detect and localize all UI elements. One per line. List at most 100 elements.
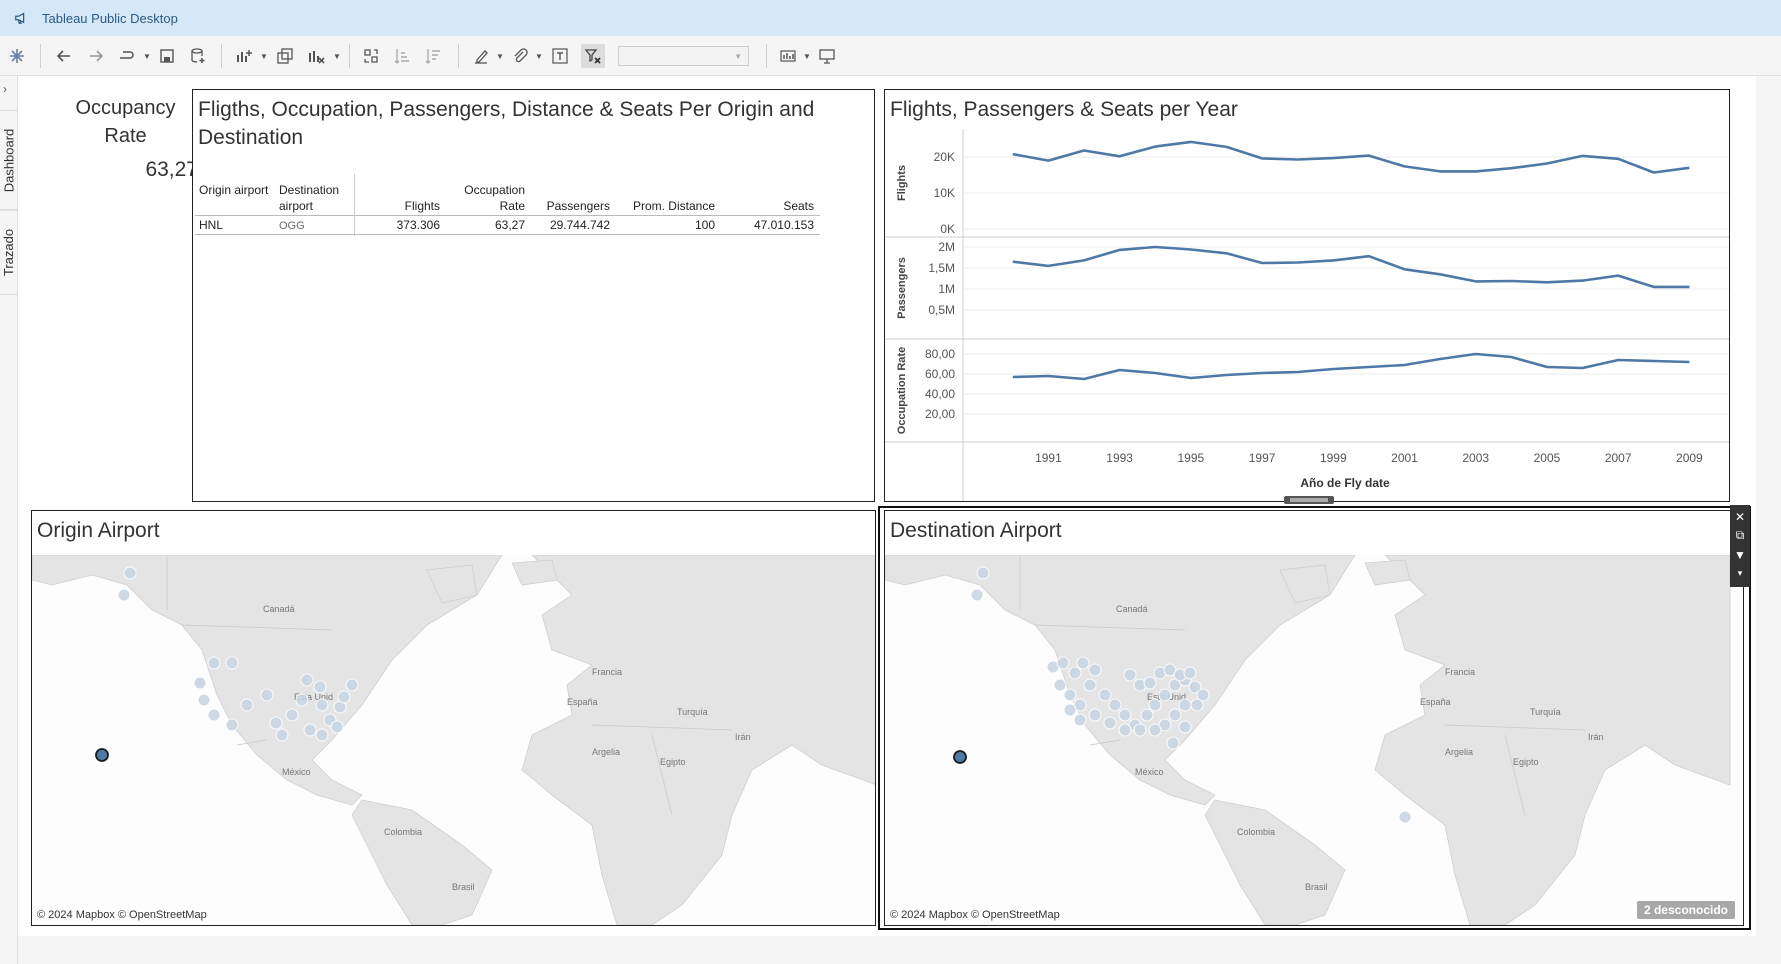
airport-mark[interactable] bbox=[123, 566, 137, 580]
airport-mark[interactable] bbox=[1178, 720, 1192, 734]
tab-dashboard[interactable]: Dashboard bbox=[0, 110, 18, 210]
origin-map[interactable]: CanadáEsta UnidMéxicoColombiaBrasilEspañ… bbox=[32, 555, 876, 925]
airport-mark[interactable] bbox=[1183, 666, 1197, 680]
airport-mark[interactable] bbox=[1143, 676, 1157, 690]
col-occupation-header[interactable]: Occupation Rate bbox=[455, 182, 525, 214]
airport-mark[interactable] bbox=[1168, 708, 1182, 722]
airport-mark[interactable] bbox=[207, 708, 221, 722]
airport-mark[interactable] bbox=[315, 698, 329, 712]
airport-mark[interactable] bbox=[269, 716, 283, 730]
sort-ascending-icon[interactable] bbox=[390, 44, 414, 68]
airport-mark[interactable] bbox=[240, 698, 254, 712]
fit-select[interactable]: ▼ bbox=[618, 46, 749, 66]
destination-map[interactable]: CanadáEsta UnidMéxicoColombiaBrasilEspañ… bbox=[885, 555, 1744, 925]
airport-mark[interactable] bbox=[345, 678, 359, 692]
col-origin-header[interactable]: Origin airport bbox=[199, 182, 269, 198]
airport-mark[interactable] bbox=[303, 723, 317, 737]
resize-handle[interactable] bbox=[1284, 495, 1334, 505]
airport-mark[interactable] bbox=[1190, 698, 1204, 712]
chevron-down-icon[interactable]: ▼ bbox=[260, 52, 268, 61]
airport-mark[interactable] bbox=[1063, 703, 1077, 717]
highlight-icon[interactable] bbox=[469, 44, 493, 68]
airport-mark[interactable] bbox=[197, 693, 211, 707]
airport-mark-selected[interactable] bbox=[95, 748, 109, 762]
airport-mark-selected[interactable] bbox=[953, 750, 967, 764]
show-me-icon[interactable] bbox=[776, 44, 800, 68]
col-flights-header[interactable]: Flights bbox=[360, 198, 440, 214]
airport-mark[interactable] bbox=[330, 720, 344, 734]
chevron-right-icon[interactable]: › bbox=[3, 82, 7, 96]
airport-mark[interactable] bbox=[1073, 713, 1087, 727]
clear-sheet-icon[interactable] bbox=[304, 44, 328, 68]
chevron-down-icon[interactable]: ▼ bbox=[803, 52, 811, 61]
redo-icon[interactable] bbox=[84, 44, 108, 68]
airport-mark[interactable] bbox=[1108, 698, 1122, 712]
undo-icon[interactable] bbox=[52, 44, 76, 68]
airport-mark[interactable] bbox=[1148, 698, 1162, 712]
airport-mark[interactable] bbox=[970, 588, 984, 602]
popout-icon[interactable]: ⧉ bbox=[1732, 526, 1748, 545]
airport-mark[interactable] bbox=[300, 673, 314, 687]
airport-mark[interactable] bbox=[1158, 688, 1172, 702]
duplicate-sheet-icon[interactable] bbox=[273, 44, 297, 68]
airport-mark[interactable] bbox=[225, 718, 239, 732]
show-labels-icon[interactable] bbox=[548, 44, 572, 68]
airport-mark[interactable] bbox=[1088, 663, 1102, 677]
save-icon[interactable] bbox=[155, 44, 179, 68]
chevron-down-icon[interactable]: ▼ bbox=[333, 52, 341, 61]
airport-mark[interactable] bbox=[1053, 678, 1067, 692]
origin-map-panel[interactable]: Origin Airport Canadá Esta Unid México Colo… bbox=[31, 510, 876, 926]
airport-mark[interactable] bbox=[1076, 656, 1090, 670]
airport-mark[interactable] bbox=[337, 690, 351, 704]
col-passengers-header[interactable]: Passengers bbox=[530, 198, 610, 214]
new-datasource-icon[interactable] bbox=[186, 44, 210, 68]
presentation-icon[interactable] bbox=[815, 44, 839, 68]
chevron-down-icon[interactable]: ▼ bbox=[535, 52, 543, 61]
airport-mark[interactable] bbox=[1068, 666, 1082, 680]
airport-mark[interactable] bbox=[275, 728, 289, 742]
airport-mark[interactable] bbox=[1118, 708, 1132, 722]
airport-mark[interactable] bbox=[1088, 708, 1102, 722]
airport-mark[interactable] bbox=[1140, 708, 1154, 722]
close-icon[interactable]: ✕ bbox=[1732, 507, 1748, 526]
clear-filters-icon[interactable] bbox=[581, 44, 605, 68]
chevron-down-icon[interactable]: ▼ bbox=[143, 52, 151, 61]
chevron-down-icon[interactable]: ▼ bbox=[496, 52, 504, 61]
airport-mark[interactable] bbox=[193, 676, 207, 690]
redo-dropdown-icon[interactable] bbox=[114, 44, 138, 68]
airport-mark[interactable] bbox=[285, 708, 299, 722]
airport-mark[interactable] bbox=[1398, 810, 1412, 824]
unknown-locations-badge[interactable]: 2 desconocido bbox=[1636, 901, 1735, 919]
swap-axes-icon[interactable] bbox=[359, 44, 383, 68]
airport-mark[interactable] bbox=[1133, 723, 1147, 737]
airport-mark[interactable] bbox=[1118, 723, 1132, 737]
airport-mark[interactable] bbox=[313, 680, 327, 694]
airport-mark[interactable] bbox=[976, 566, 990, 580]
airport-mark[interactable] bbox=[1103, 716, 1117, 730]
airport-mark[interactable] bbox=[1063, 688, 1077, 702]
line-chart-panel[interactable]: Flights, Passengers & Seats per Year 0K 1… bbox=[884, 89, 1730, 502]
tableau-logo-icon[interactable] bbox=[5, 44, 29, 68]
filter-icon[interactable]: ▼ bbox=[1732, 545, 1748, 564]
airport-mark[interactable] bbox=[1056, 656, 1070, 670]
more-icon[interactable]: ▾ bbox=[1732, 564, 1748, 583]
airport-mark[interactable] bbox=[260, 688, 274, 702]
airport-mark[interactable] bbox=[315, 728, 329, 742]
airport-mark[interactable] bbox=[1178, 698, 1192, 712]
group-icon[interactable] bbox=[508, 44, 532, 68]
destination-map-panel[interactable]: Destination Airport Canadá Esta Unid Méxic… bbox=[884, 510, 1744, 926]
table-panel[interactable]: Fligths, Occupation, Passengers, Distanc… bbox=[192, 89, 875, 502]
col-destination-header[interactable]: Destination airport bbox=[279, 182, 354, 214]
airport-mark[interactable] bbox=[295, 693, 309, 707]
airport-mark[interactable] bbox=[1098, 688, 1112, 702]
airport-mark[interactable] bbox=[1083, 678, 1097, 692]
airport-mark[interactable] bbox=[225, 656, 239, 670]
table-row[interactable]: HNL OGG 373.306 63,27 29.744.742 100 47.… bbox=[195, 216, 820, 235]
airport-mark[interactable] bbox=[117, 588, 131, 602]
new-worksheet-icon[interactable] bbox=[232, 44, 256, 68]
airport-mark[interactable] bbox=[1123, 668, 1137, 682]
airport-mark[interactable] bbox=[207, 656, 221, 670]
col-seats-header[interactable]: Seats bbox=[720, 198, 814, 214]
col-distance-header[interactable]: Prom. Distance bbox=[615, 198, 715, 214]
airport-mark[interactable] bbox=[1166, 736, 1180, 750]
